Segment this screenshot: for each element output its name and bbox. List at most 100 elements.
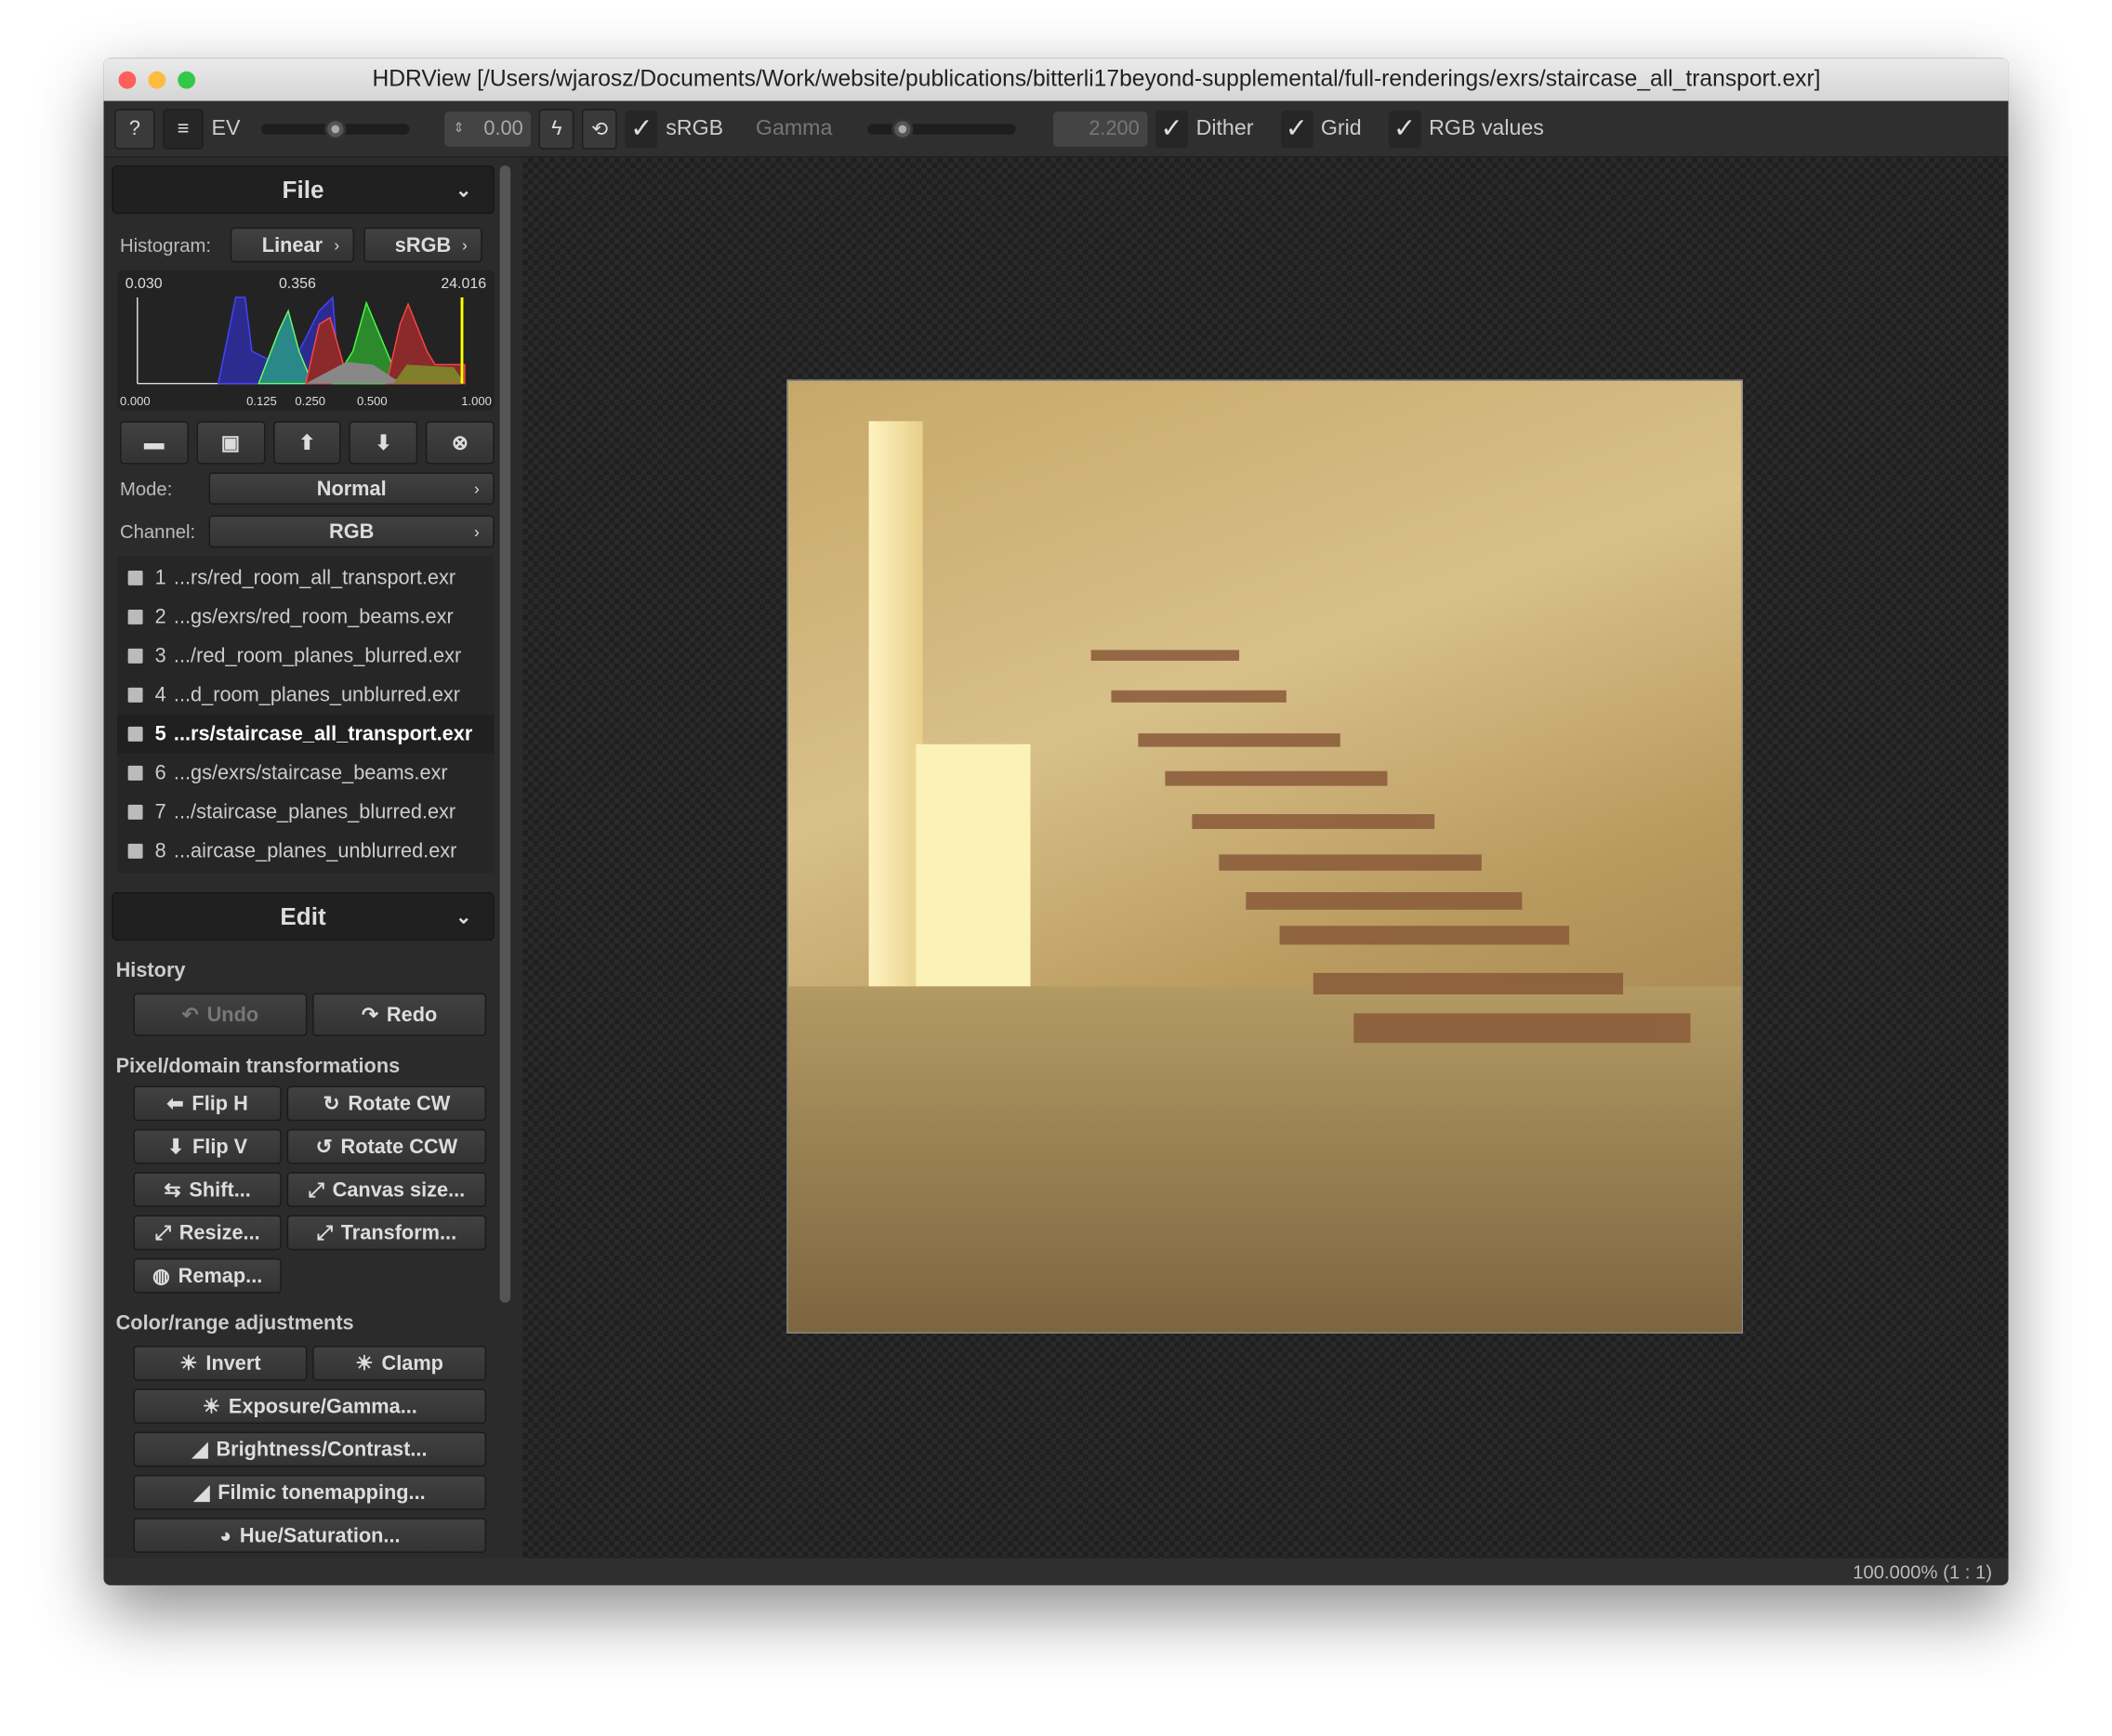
floppy-icon — [127, 726, 143, 742]
canvas-size-button[interactable]: ⤢ Canvas size... — [286, 1172, 487, 1207]
arrow-down-icon: ⬇ — [375, 431, 392, 455]
histogram-tick: 0.125 — [246, 394, 277, 408]
file-list: 1 ...rs/red_room_all_transport.exr 2 ...gs/… — [117, 556, 495, 874]
help-button[interactable]: ? — [114, 108, 155, 150]
file-name: ...rs/red_room_all_transport.exr — [173, 566, 456, 590]
gamma-slider[interactable] — [867, 117, 1016, 139]
filmic-tonemapping-button[interactable]: ◢ Filmic tonemapping... — [133, 1475, 487, 1510]
sidebar: File ⌄ Histogram: Linear › sRGB › 0.030 0.3… — [103, 157, 519, 1558]
rendered-image — [786, 379, 1744, 1334]
app-window: HDRView [/Users/wjarosz/Documents/Work/w… — [103, 58, 2009, 1585]
sidebar-scrollbar[interactable] — [499, 165, 511, 1303]
flip-v-button[interactable]: ⬇ Flip V — [133, 1128, 282, 1164]
title-bar: HDRView [/Users/wjarosz/Documents/Work/w… — [103, 58, 2009, 101]
file-index: 4 — [154, 683, 166, 707]
rotate-ccw-button[interactable]: ↺ Rotate CCW — [286, 1128, 487, 1164]
file-list-item[interactable]: 2 ...gs/exrs/red_room_beams.exr — [117, 598, 495, 637]
clamp-button[interactable]: ☀ Clamp — [312, 1346, 487, 1381]
grid-checkbox[interactable]: ✓ — [1280, 110, 1313, 148]
file-index: 1 — [154, 566, 166, 590]
file-list-item[interactable]: 1 ...rs/red_room_all_transport.exr — [117, 559, 495, 598]
status-bar: 100.000% (1 : 1) — [103, 1558, 2009, 1585]
mode-dropdown[interactable]: Normal › — [208, 472, 495, 505]
menu-button[interactable]: ≡ — [163, 108, 204, 150]
srgb-checkbox[interactable]: ✓ — [625, 110, 658, 148]
remap-button[interactable]: ◍ Remap... — [133, 1257, 282, 1294]
rgb-values-checkbox[interactable]: ✓ — [1388, 110, 1421, 148]
file-name: ...aircase_planes_unblurred.exr — [173, 839, 457, 863]
histogram-space-button[interactable]: sRGB › — [363, 227, 482, 263]
file-index: 5 — [154, 722, 166, 746]
edit-section-header[interactable]: Edit ⌄ — [112, 892, 495, 941]
srgb-label: sRGB — [666, 116, 724, 139]
resize-button[interactable]: ⤢ Resize... — [133, 1215, 282, 1251]
floppy-icon — [127, 804, 143, 820]
floppy-icon — [127, 843, 143, 859]
transform-button[interactable]: ⤢ Transform... — [286, 1215, 487, 1251]
ev-value-input[interactable]: ⇕ 0.00 — [444, 111, 532, 147]
redo-button[interactable]: ↷ Redo — [312, 993, 487, 1036]
histogram-label: Histogram: — [119, 233, 212, 256]
file-list-item[interactable]: 3 .../red_room_planes_blurred.exr — [117, 637, 495, 676]
reset-icon[interactable]: ⟲ — [582, 108, 618, 150]
file-list-item[interactable]: 7 .../staircase_planes_blurred.exr — [117, 793, 495, 832]
file-name: .../staircase_planes_blurred.exr — [173, 800, 456, 824]
folder-icon: ▬ — [143, 431, 165, 454]
channel-label: Channel: — [119, 520, 196, 543]
exposure-gamma-button[interactable]: ☀ Exposure/Gamma... — [133, 1388, 487, 1424]
floppy-icon — [127, 609, 143, 625]
floppy-icon — [127, 765, 143, 781]
window-title: HDRView [/Users/wjarosz/Documents/Work/w… — [372, 65, 1821, 92]
move-up-button[interactable]: ⬆ — [272, 421, 342, 465]
move-down-button[interactable]: ⬇ — [349, 421, 418, 465]
histogram-plot — [137, 296, 466, 385]
floppy-icon — [127, 570, 143, 585]
lightning-icon[interactable]: ϟ — [539, 108, 574, 150]
histogram-tick: 0.000 — [119, 394, 151, 408]
undo-button[interactable]: ↶ Undo — [133, 993, 308, 1036]
rgb-values-label: RGB values — [1429, 116, 1544, 139]
close-file-button[interactable]: ⊗ — [426, 421, 495, 465]
chevron-down-icon: ⌄ — [455, 904, 472, 927]
file-section-header[interactable]: File ⌄ — [112, 165, 495, 215]
file-name: ...rs/staircase_all_transport.exr — [173, 722, 473, 746]
open-file-button[interactable]: ▬ — [119, 421, 189, 465]
file-list-item[interactable]: 4 ...d_room_planes_unblurred.exr — [117, 676, 495, 715]
file-list-item[interactable]: 5 ...rs/staircase_all_transport.exr — [117, 714, 495, 754]
flip-h-button[interactable]: ⬅ Flip H — [133, 1085, 282, 1122]
history-label: History — [115, 959, 186, 983]
histogram-tick: 1.000 — [461, 394, 492, 408]
file-list-item[interactable]: 6 ...gs/exrs/staircase_beams.exr — [117, 754, 495, 793]
floppy-icon — [127, 648, 143, 664]
grid-label: Grid — [1320, 116, 1362, 139]
brightness-contrast-button[interactable]: ◢ Brightness/Contrast... — [133, 1431, 487, 1467]
rotate-cw-button[interactable]: ↻ Rotate CW — [286, 1085, 487, 1122]
histogram-tick: 0.250 — [295, 394, 325, 408]
shift-button[interactable]: ⇆ Shift... — [133, 1172, 282, 1207]
file-name: ...d_room_planes_unblurred.exr — [173, 683, 461, 707]
histogram-scale-button[interactable]: Linear › — [230, 227, 355, 263]
file-list-item[interactable]: 8 ...aircase_planes_unblurred.exr — [117, 832, 495, 871]
zoom-level: 100.000% (1 : 1) — [1853, 1560, 1993, 1583]
toolbar: ? ≡ EV ⇕ 0.00 ϟ ⟲ ✓ sRGB Gamma 2.200 ✓ Di… — [103, 100, 2009, 158]
gamma-value-input[interactable]: 2.200 — [1053, 111, 1148, 147]
hue-saturation-button[interactable]: ◕ Hue/Saturation... — [133, 1518, 487, 1553]
ev-slider[interactable] — [261, 117, 410, 139]
dither-checkbox[interactable]: ✓ — [1155, 110, 1188, 148]
save-file-button[interactable]: ▣ — [196, 421, 265, 465]
arrow-up-icon: ⬆ — [298, 431, 316, 455]
gamma-label: Gamma — [755, 116, 833, 139]
close-circle-icon: ⊗ — [451, 431, 469, 455]
dither-label: Dither — [1195, 116, 1254, 139]
floppy-icon: ▣ — [220, 431, 241, 455]
file-index: 7 — [154, 800, 166, 824]
invert-button[interactable]: ☀ Invert — [133, 1346, 308, 1381]
chevron-down-icon: ⌄ — [455, 178, 472, 201]
ev-label: EV — [211, 116, 241, 139]
channel-dropdown[interactable]: RGB › — [208, 515, 495, 548]
image-viewport[interactable] — [522, 157, 2009, 1558]
floppy-icon — [127, 687, 143, 703]
file-name: .../red_room_planes_blurred.exr — [173, 644, 462, 668]
file-index: 3 — [154, 644, 166, 668]
pixel-transformations-label: Pixel/domain transformations — [115, 1055, 401, 1078]
